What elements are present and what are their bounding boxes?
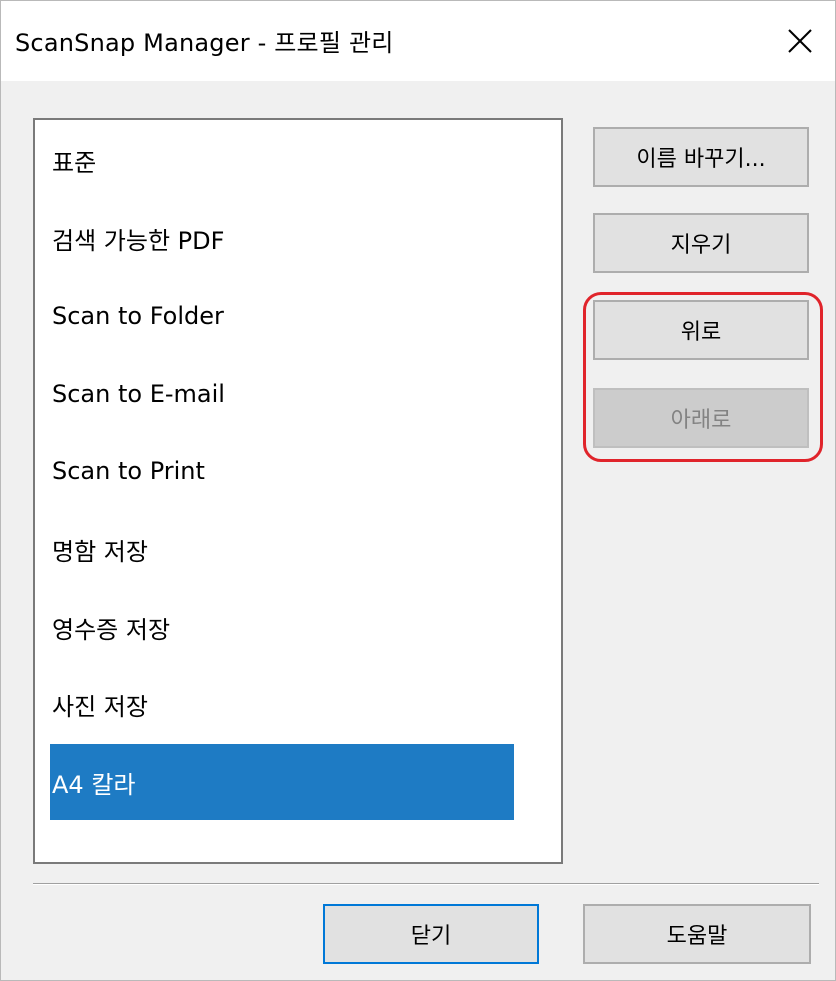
profile-item-scan-to-print[interactable]: Scan to Print: [50, 433, 514, 509]
rename-button[interactable]: 이름 바꾸기...: [593, 127, 809, 187]
profile-item-photo[interactable]: 사진 저장: [50, 666, 514, 742]
profile-item-standard[interactable]: 표준: [50, 122, 514, 198]
profile-item-label: 표준: [52, 148, 97, 177]
separator-line: [33, 883, 819, 885]
close-button[interactable]: 닫기: [323, 904, 539, 964]
profile-item-label: 명함 저장: [52, 537, 148, 566]
profile-item-label: 영수증 저장: [52, 615, 171, 644]
close-window-button[interactable]: [765, 1, 835, 81]
move-down-button[interactable]: 아래로: [593, 388, 809, 448]
profile-item-label: Scan to Folder: [52, 302, 224, 330]
profile-item-searchable-pdf[interactable]: 검색 가능한 PDF: [50, 200, 514, 276]
profile-item-scan-to-folder[interactable]: Scan to Folder: [50, 278, 514, 354]
move-up-button[interactable]: 위로: [593, 300, 809, 360]
profile-item-scan-to-email[interactable]: Scan to E-mail: [50, 356, 514, 432]
profile-item-label: Scan to E-mail: [52, 380, 225, 408]
help-button[interactable]: 도움말: [583, 904, 811, 964]
profile-item-a4-color[interactable]: A4 칼라: [50, 744, 514, 820]
window-title: ScanSnap Manager - 프로필 관리: [15, 29, 394, 57]
profile-list[interactable]: 표준 검색 가능한 PDF Scan to Folder Scan to E-m…: [33, 118, 563, 864]
profile-management-dialog: ScanSnap Manager - 프로필 관리 표준 검색 가능한 PDF …: [0, 0, 836, 981]
profile-item-label: Scan to Print: [52, 457, 205, 485]
title-bar: ScanSnap Manager - 프로필 관리: [1, 1, 835, 81]
profile-item-label: A4 칼라: [52, 770, 136, 799]
profile-item-label: 사진 저장: [52, 692, 148, 721]
close-icon: [788, 29, 812, 53]
profile-item-receipt[interactable]: 영수증 저장: [50, 589, 514, 665]
profile-item-label: 검색 가능한 PDF: [52, 226, 225, 255]
delete-button[interactable]: 지우기: [593, 213, 809, 273]
profile-item-business-card[interactable]: 명함 저장: [50, 511, 514, 587]
